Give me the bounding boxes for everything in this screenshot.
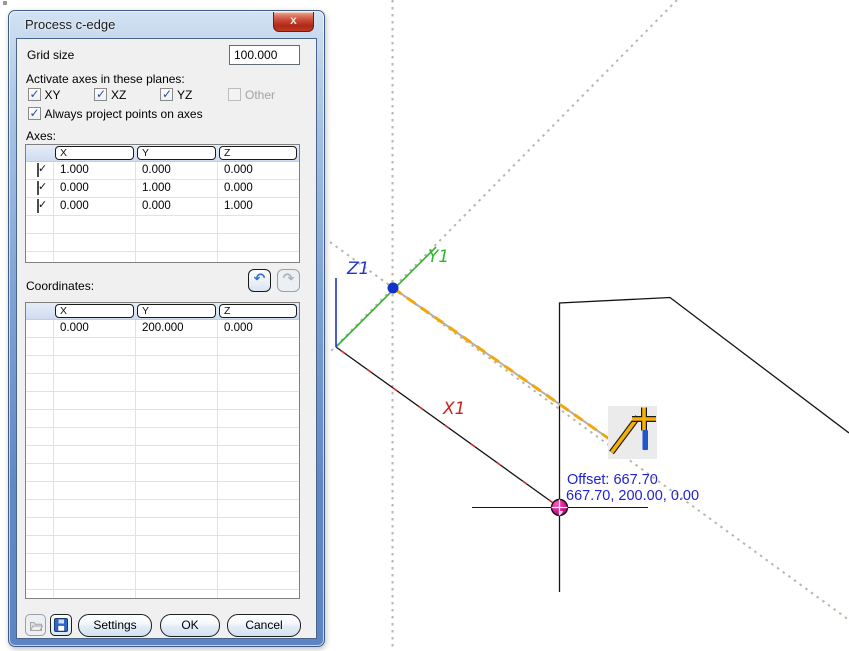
coordinates-table-empty-row[interactable] [26, 590, 299, 599]
always-project-checkbox-box[interactable] [28, 107, 41, 120]
axis-row-checkbox[interactable] [37, 163, 39, 177]
coordinates-table-empty-row[interactable] [26, 428, 299, 446]
axes-column-header-y[interactable]: Y [137, 146, 216, 160]
geometry-outline [560, 298, 849, 593]
current-point[interactable] [388, 283, 399, 294]
coord-cell: 0.000 [218, 320, 299, 337]
axes-table-row[interactable]: 0.000 1.000 0.000 [26, 180, 299, 198]
coord-cell: 0.000 [54, 320, 136, 337]
checkbox-xy[interactable]: XY [28, 88, 88, 102]
close-icon: x [290, 13, 297, 27]
rubber-band-orange [393, 288, 628, 452]
redo-icon: ↷ [283, 271, 295, 287]
axes-cell: 0.000 [218, 162, 299, 179]
always-project-label: Always project points on axes [45, 107, 203, 121]
undo-button[interactable]: ↶ [248, 269, 271, 292]
dialog-title: Process c-edge [25, 17, 115, 32]
yz-checkbox-label: YZ [177, 88, 192, 102]
open-button [25, 614, 46, 636]
coordinates-table-empty-row[interactable] [26, 518, 299, 536]
coord-column-header-z[interactable]: Z [219, 304, 297, 318]
screen: { "window": { "title": "Process c-edge",… [0, 0, 849, 651]
coordinates-table-empty-row[interactable] [26, 554, 299, 572]
settings-button[interactable]: Settings [78, 614, 152, 637]
coordinates-table-empty-row[interactable] [26, 410, 299, 428]
xy-checkbox-label: XY [45, 88, 61, 102]
coordinates-table-empty-row[interactable] [26, 464, 299, 482]
axes-cell: 0.000 [54, 198, 136, 215]
insert-bar-icon [643, 430, 649, 450]
xz-checkbox-label: XZ [111, 88, 126, 102]
axes-cell: 1.000 [218, 198, 299, 215]
axis-row-checkbox[interactable] [37, 181, 39, 195]
checkbox-xz[interactable]: XZ [94, 88, 154, 102]
coordinates-table-empty-row[interactable] [26, 482, 299, 500]
coord-column-header-x[interactable]: X [55, 304, 134, 318]
coordinates-table-empty-row[interactable] [26, 392, 299, 410]
axes-table-row[interactable]: 1.000 0.000 0.000 [26, 162, 299, 180]
checkbox-yz[interactable]: YZ [160, 88, 220, 102]
save-floppy-icon [54, 618, 68, 632]
y1-axis-label: Y1 [428, 247, 449, 267]
grid-size-label: Grid size [27, 48, 74, 62]
axes-table-empty-row[interactable] [26, 234, 299, 252]
coordinates-section-label: Coordinates: [26, 279, 94, 293]
coordinates-table-empty-row[interactable] [26, 500, 299, 518]
dialog-content: Grid size Activate axes in these planes:… [16, 38, 317, 639]
coordinates-table-empty-row[interactable] [26, 356, 299, 374]
axes-column-header-z[interactable]: Z [219, 146, 297, 160]
coordinates-table-empty-row[interactable] [26, 572, 299, 590]
coordinates-table-header: X Y Z [26, 303, 299, 320]
axes-cell: 0.000 [54, 180, 136, 197]
checkbox-other: Other [228, 88, 298, 102]
axes-cell: 0.000 [218, 180, 299, 197]
axes-table-empty-row[interactable] [26, 216, 299, 234]
coordinates-table-empty-row[interactable] [26, 536, 299, 554]
grid-size-input[interactable] [229, 45, 300, 65]
x1-axis-red-dashes [336, 347, 560, 508]
cancel-button[interactable]: Cancel [227, 614, 301, 637]
x1-axis-label: X1 [442, 399, 465, 419]
axis-row-checkbox[interactable] [37, 199, 39, 213]
axes-table-header: X Y Z [26, 145, 299, 162]
axes-column-header-x[interactable]: X [55, 146, 134, 160]
coord-column-header-y[interactable]: Y [137, 304, 216, 318]
close-button[interactable]: x [273, 12, 314, 32]
xz-checkbox-box[interactable] [94, 88, 107, 101]
axes-section-label: Axes: [26, 129, 56, 143]
offset-readout-line2: 667.70, 200.00, 0.00 [566, 488, 699, 504]
axes-cell: 1.000 [54, 162, 136, 179]
axes-cell: 0.000 [136, 162, 218, 179]
planes-label: Activate axes in these planes: [26, 72, 185, 86]
coord-cell: 200.000 [136, 320, 218, 337]
coordinates-table-empty-row[interactable] [26, 446, 299, 464]
coordinates-table-empty-row[interactable] [26, 374, 299, 392]
save-button[interactable] [50, 614, 72, 636]
process-c-edge-dialog: Process c-edge x Grid size Activate axes… [8, 10, 325, 647]
axes-table-row[interactable]: 0.000 0.000 1.000 [26, 198, 299, 216]
axes-cell: 0.000 [136, 198, 218, 215]
xy-checkbox-box[interactable] [28, 88, 41, 101]
open-folder-icon [29, 619, 43, 632]
undo-icon: ↶ [254, 271, 266, 287]
offset-readout-line1: Offset: 667.70 [567, 472, 658, 488]
axes-table-empty-row[interactable] [26, 252, 299, 263]
other-checkbox-box [228, 88, 241, 101]
checkbox-always-project[interactable]: Always project points on axes [28, 107, 288, 121]
redo-button: ↷ [277, 269, 300, 292]
z1-axis-label: Z1 [346, 259, 369, 279]
cursor-icon [608, 406, 657, 459]
axes-table: X Y Z 1.000 0.000 0.000 0.000 1.000 0.00… [25, 144, 300, 263]
yz-checkbox-box[interactable] [160, 88, 173, 101]
ok-button[interactable]: OK [160, 614, 220, 637]
coordinates-table: X Y Z 0.000 200.000 0.000 [25, 302, 300, 599]
coordinates-table-row[interactable]: 0.000 200.000 0.000 [26, 320, 299, 338]
other-checkbox-label: Other [245, 88, 275, 102]
axes-cell: 1.000 [136, 180, 218, 197]
coordinates-table-empty-row[interactable] [26, 338, 299, 356]
